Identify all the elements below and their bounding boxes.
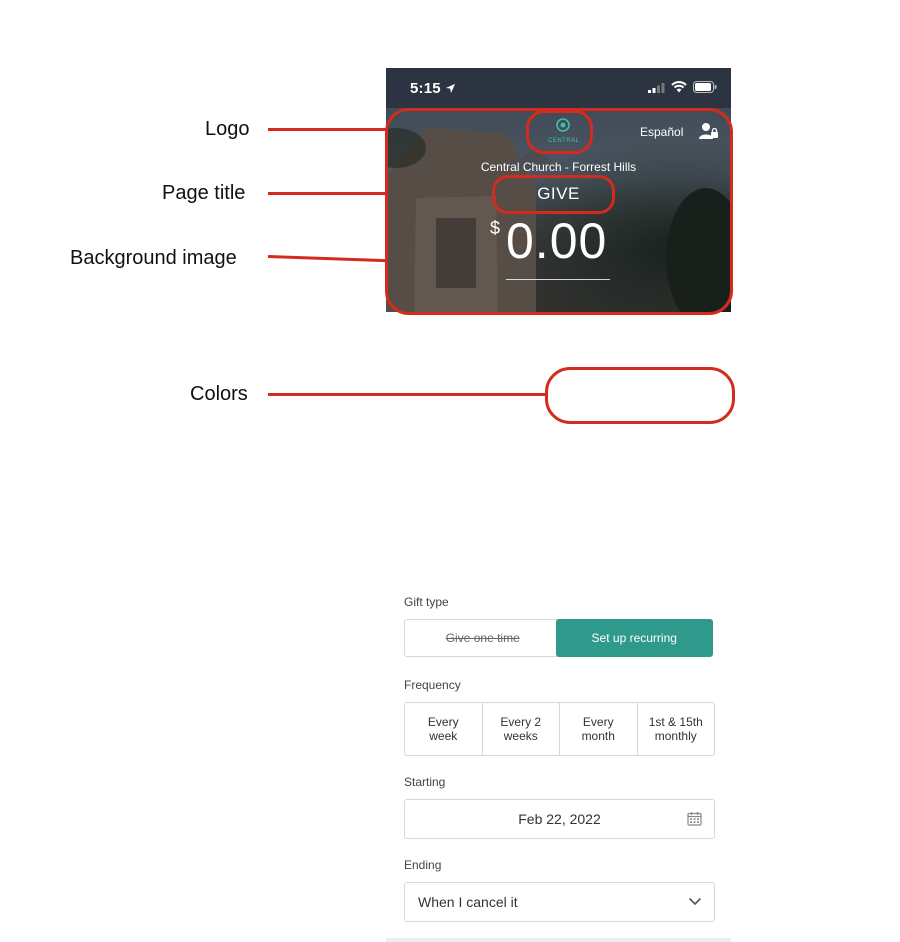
location-arrow-icon <box>446 83 456 94</box>
starting-date-value: Feb 22, 2022 <box>518 811 601 827</box>
central-logo-icon <box>556 118 570 132</box>
logo-text: CENTRAL <box>548 138 580 144</box>
currency-symbol: $ <box>490 218 501 238</box>
callout-page-title-label: Page title <box>162 182 246 204</box>
frequency-1st-15th-monthly[interactable]: 1st & 15th monthly <box>638 703 715 755</box>
gift-type-label: Gift type <box>404 595 449 609</box>
frequency-line2: month <box>581 729 615 743</box>
gift-type-selector: Give one time Set up recurring <box>404 619 713 657</box>
church-name: Central Church - Forrest Hills <box>480 160 637 174</box>
callout-logo-label: Logo <box>205 118 250 140</box>
cellular-signal-icon <box>648 82 665 93</box>
frequency-selector: Every week Every 2 weeks Every month 1st & … <box>404 702 715 756</box>
ending-select-value: When I cancel it <box>418 894 518 910</box>
frequency-line2: weeks <box>503 729 538 743</box>
frequency-every-month[interactable]: Every month <box>560 703 638 755</box>
hero-background-image: CENTRAL Español Central Church - Forrest… <box>386 108 731 312</box>
frequency-line2: week <box>429 729 458 743</box>
frequency-line1: Every <box>427 715 459 729</box>
frequency-every-2-weeks[interactable]: Every 2 weeks <box>483 703 560 755</box>
phone-screen: 5:15 CENTRAL Español Central Church - Fo… <box>386 68 731 942</box>
page-title: GIVE <box>537 184 580 203</box>
frequency-every-week[interactable]: Every week <box>405 703 483 755</box>
church-logo: CENTRAL <box>548 118 580 144</box>
starting-date-field[interactable]: Feb 22, 2022 <box>404 799 715 839</box>
callout-colors-line <box>268 393 546 396</box>
battery-icon <box>693 81 717 93</box>
user-account-icon[interactable] <box>699 122 719 145</box>
status-icons <box>648 81 717 93</box>
ending-select[interactable]: When I cancel it <box>404 882 715 922</box>
chevron-down-icon <box>688 897 702 906</box>
set-up-recurring-button[interactable]: Set up recurring <box>555 619 713 657</box>
frequency-line2: monthly <box>654 729 697 743</box>
give-one-time-button[interactable]: Give one time <box>404 619 562 657</box>
frequency-line1: Every 2 <box>500 715 542 729</box>
callout-colors-label: Colors <box>190 383 248 405</box>
frequency-line1: 1st & 15th <box>648 715 703 729</box>
recurring-highlight-ring <box>545 367 735 424</box>
status-bar: 5:15 <box>386 68 731 108</box>
amount-value: 0.00 <box>506 213 608 269</box>
starting-label: Starting <box>404 775 446 789</box>
calendar-icon[interactable] <box>687 811 702 826</box>
callout-background-label: Background image <box>70 247 237 269</box>
ending-label: Ending <box>404 858 442 872</box>
bottom-divider <box>386 938 731 942</box>
language-toggle-link[interactable]: Español <box>640 125 683 139</box>
frequency-line1: Every <box>582 715 614 729</box>
amount-underline <box>506 279 610 280</box>
wifi-icon <box>671 81 687 93</box>
status-time: 5:15 <box>410 80 456 97</box>
frequency-label: Frequency <box>404 678 461 692</box>
callout-background-line <box>267 255 388 263</box>
